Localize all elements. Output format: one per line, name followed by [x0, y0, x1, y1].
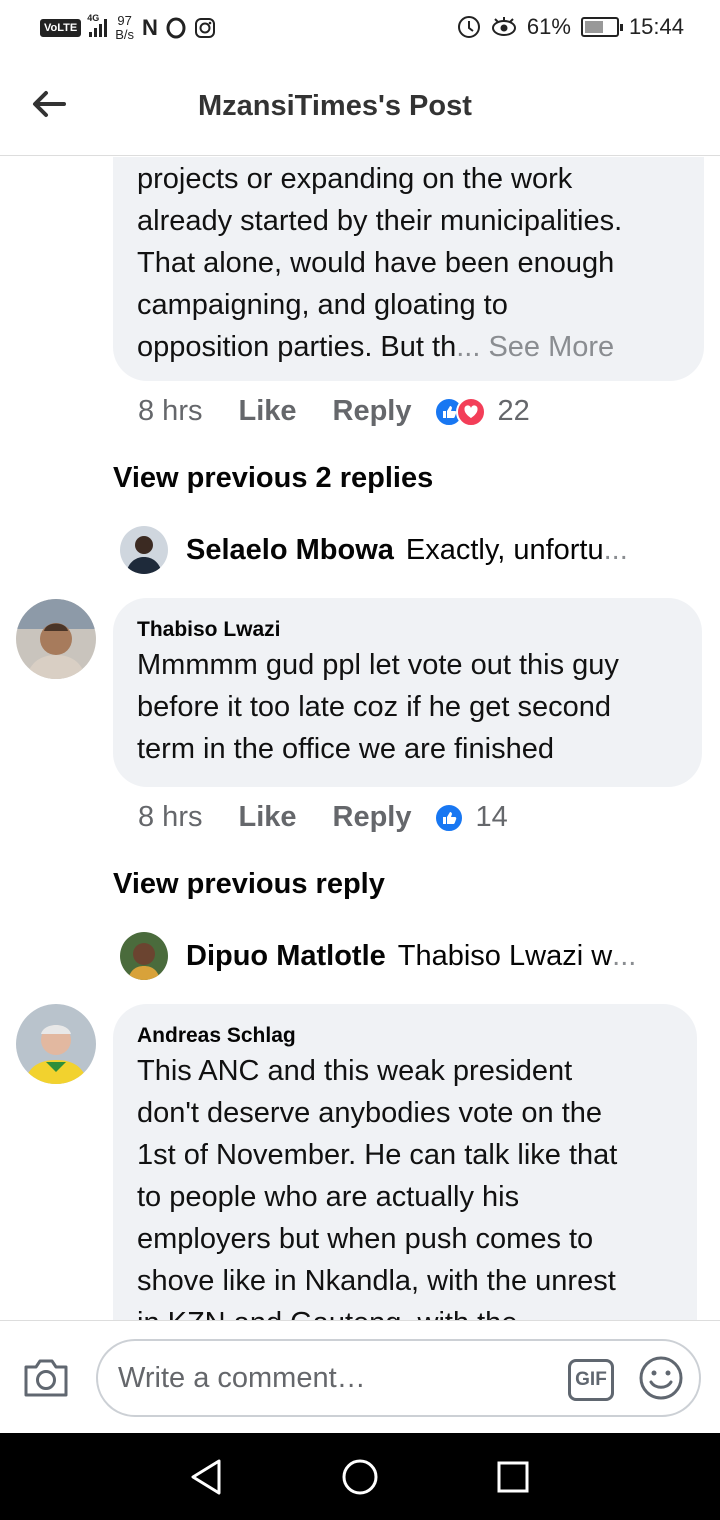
- comment-bubble[interactable]: Thabiso Lwazi Mmmmm gud ppl let vote out…: [113, 598, 702, 787]
- camera-button[interactable]: [22, 1357, 70, 1404]
- comment-time: 8 hrs: [138, 395, 203, 427]
- comment-bubble[interactable]: projects or expanding on the work alread…: [113, 157, 704, 381]
- comment-author[interactable]: Andreas Schlag: [137, 1024, 673, 1048]
- reply-button[interactable]: Reply: [333, 801, 412, 834]
- back-arrow-icon: [33, 91, 66, 117]
- volte-indicator: VoLTE: [40, 19, 82, 37]
- comment-bubble[interactable]: Andreas Schlag This ANC and this weak pr…: [113, 1004, 697, 1320]
- circle-home-icon: [342, 1459, 378, 1495]
- notification-n-icon: N: [142, 15, 158, 40]
- reply-button[interactable]: Reply: [333, 395, 412, 428]
- comment-composer: GIF: [0, 1320, 720, 1433]
- view-previous-reply[interactable]: View previous reply: [113, 868, 385, 901]
- post-header: MzansiTimes's Post: [0, 60, 720, 156]
- comment-actions: 8 hrs Like Reply 22: [138, 395, 530, 428]
- back-button[interactable]: [28, 84, 68, 124]
- network-type: 4G: [87, 13, 100, 23]
- reaction-count: 22: [497, 395, 530, 427]
- avatar[interactable]: [120, 526, 168, 574]
- like-button[interactable]: Like: [238, 801, 296, 834]
- smiley-icon: [639, 1356, 683, 1400]
- reply-author[interactable]: Selaelo Mbowa: [186, 534, 394, 567]
- battery-percent: 61%: [526, 14, 571, 39]
- comment-text: This ANC and this weak president don't d…: [137, 1055, 618, 1320]
- reaction-summary[interactable]: [433, 802, 464, 833]
- comment-input-box[interactable]: GIF: [96, 1339, 701, 1417]
- reply-snippet: Exactly, unfortu: [405, 533, 604, 566]
- reaction-count: 14: [475, 801, 508, 833]
- page-title: MzansiTimes's Post: [198, 90, 472, 122]
- comment-text: Mmmmm gud ppl let vote out this guy befo…: [137, 649, 619, 765]
- signal-icon: 4G: [87, 13, 108, 37]
- nav-recents-button[interactable]: [496, 1457, 530, 1502]
- status-right: 61% 15:44: [457, 14, 684, 40]
- emoji-button[interactable]: [638, 1355, 684, 1406]
- reply-preview[interactable]: Selaelo Mbowa Exactly, unfortu...: [120, 526, 628, 574]
- battery-icon: [580, 17, 623, 37]
- gif-button[interactable]: GIF: [568, 1359, 614, 1401]
- nav-home-button[interactable]: [341, 1457, 379, 1502]
- system-nav-bar: [0, 1433, 720, 1520]
- nav-back-button[interactable]: [188, 1457, 224, 1502]
- see-more-link[interactable]: See More: [488, 331, 614, 363]
- status-left: VoLTE 4G 97 B/s N: [40, 13, 216, 42]
- comment-input[interactable]: [118, 1357, 548, 1399]
- comment-time: 8 hrs: [138, 801, 203, 833]
- like-button[interactable]: Like: [238, 395, 296, 428]
- comment-list[interactable]: projects or expanding on the work alread…: [0, 157, 720, 1320]
- camera-icon: [24, 1359, 68, 1397]
- reply-author[interactable]: Dipuo Matlotle: [186, 940, 386, 973]
- view-previous-replies[interactable]: View previous 2 replies: [113, 462, 433, 495]
- avatar[interactable]: [120, 932, 168, 980]
- comment-author[interactable]: Thabiso Lwazi: [137, 618, 678, 642]
- triangle-back-icon: [191, 1459, 221, 1495]
- love-reaction-icon: [455, 396, 486, 427]
- clock: 15:44: [628, 14, 684, 39]
- network-speed: 97 B/s: [115, 13, 134, 42]
- eye-comfort-icon: [491, 17, 516, 36]
- opera-icon: [166, 17, 186, 39]
- reaction-summary[interactable]: [433, 396, 486, 427]
- data-saver-icon: [457, 16, 480, 38]
- reply-snippet: Thabiso Lwazi w: [397, 939, 613, 972]
- avatar[interactable]: [16, 1004, 96, 1084]
- instagram-icon: [194, 18, 215, 38]
- square-recents-icon: [497, 1461, 529, 1493]
- status-bar: VoLTE 4G 97 B/s N 61% 15:44: [0, 0, 720, 60]
- comment-actions: 8 hrs Like Reply 14: [138, 801, 508, 834]
- avatar[interactable]: [16, 599, 96, 679]
- like-reaction-icon: [433, 802, 464, 833]
- reply-preview[interactable]: Dipuo Matlotle Thabiso Lwazi w...: [120, 932, 636, 980]
- comment-text: projects or expanding on the work alread…: [137, 163, 623, 363]
